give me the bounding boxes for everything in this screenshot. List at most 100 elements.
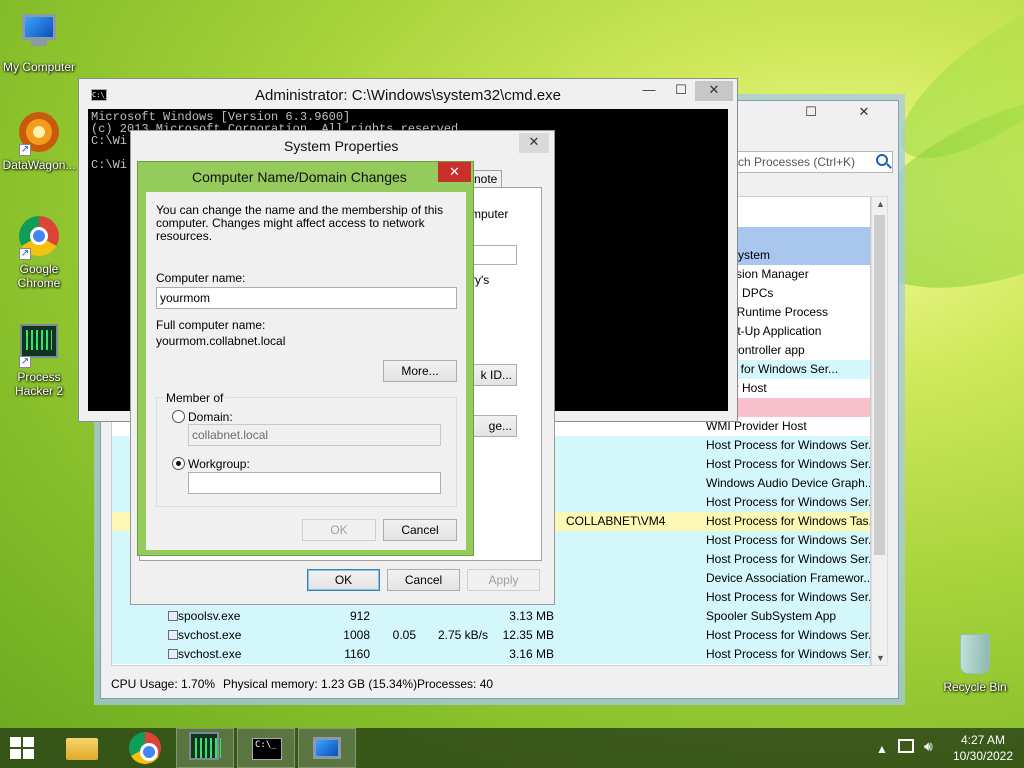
maximize-button[interactable]: ☐ xyxy=(791,103,831,123)
close-button[interactable]: ✕ xyxy=(695,81,733,101)
desktop-icon-google-chrome[interactable]: ↗ Google Chrome xyxy=(0,214,78,290)
cell-desc: Host Process for Windows Ser... xyxy=(706,533,871,547)
computer-name-dialog[interactable]: Computer Name/Domain Changes ✕ You can c… xyxy=(137,161,474,556)
computer-name-input[interactable]: yourmom xyxy=(156,287,457,309)
close-button[interactable]: ✕ xyxy=(839,103,889,123)
volume-icon[interactable]: 🔊︎ xyxy=(924,738,933,755)
cell-io: 2.75 kB/s xyxy=(437,628,488,642)
desktop-icon-my-computer[interactable]: My Computer xyxy=(0,10,78,74)
cell-desc: Spooler SubSystem App xyxy=(706,609,837,623)
search-input[interactable]: ch Processes (Ctrl+K) xyxy=(733,151,893,173)
close-icon: ✕ xyxy=(528,134,540,149)
ok-button[interactable]: OK xyxy=(302,519,376,541)
member-of-label: Member of xyxy=(164,391,226,405)
search-icon[interactable] xyxy=(876,154,888,166)
chrome-icon xyxy=(129,732,161,764)
cell-desc: Host Process for Windows Ser... xyxy=(706,438,871,452)
cmd-icon: C:\_ xyxy=(252,738,282,760)
taskbar-cmd[interactable]: C:\_ xyxy=(237,728,295,768)
datawagon-icon: ↗ xyxy=(17,112,61,156)
cell-desc: Host Process for Windows Ser... xyxy=(706,457,871,471)
dialog-title: Computer Name/Domain Changes xyxy=(192,169,407,185)
apply-button[interactable]: Apply xyxy=(467,569,540,591)
close-icon: ✕ xyxy=(708,82,720,97)
partial-text: mputer xyxy=(471,207,509,221)
computer-icon xyxy=(313,737,341,759)
chrome-icon: ↗ xyxy=(17,216,61,260)
maximize-button[interactable]: ☐ xyxy=(667,81,695,101)
start-button[interactable] xyxy=(0,728,48,768)
process-hacker-icon xyxy=(189,732,221,760)
full-name-label: Full computer name: xyxy=(156,318,266,332)
desktop-icon-datawagon[interactable]: ↗ DataWagon... xyxy=(0,110,78,172)
desktop-icon-label: DataWagon... xyxy=(2,158,76,172)
maximize-icon: ☐ xyxy=(675,82,687,97)
show-hidden-icons[interactable]: ▲ xyxy=(876,742,888,756)
ok-button[interactable]: OK xyxy=(307,569,380,591)
close-icon: ✕ xyxy=(449,164,460,179)
cell-desc: Host Process for Windows Ser... xyxy=(706,628,871,642)
cell-pid: 1160 xyxy=(344,647,370,661)
scrollbar-thumb[interactable] xyxy=(874,215,885,555)
cancel-button[interactable]: Cancel xyxy=(387,569,460,591)
process-icon xyxy=(168,611,178,621)
process-icon xyxy=(168,649,178,659)
recycle-bin-icon xyxy=(953,634,997,678)
desktop-icon-recycle-bin[interactable]: Recycle Bin xyxy=(936,632,1014,694)
more-button[interactable]: More... xyxy=(383,360,457,382)
cmd-icon: C:\_ xyxy=(91,89,109,101)
workgroup-input[interactable] xyxy=(188,472,441,494)
table-row[interactable]: spoolsv.exe 912 3.13 MB Spooler SubSystem A… xyxy=(112,607,870,626)
full-name-value: yourmom.collabnet.local xyxy=(156,334,286,348)
workgroup-radio[interactable] xyxy=(172,457,185,470)
desktop-icon-label: My Computer xyxy=(2,60,76,74)
workgroup-label: Workgroup: xyxy=(188,457,250,471)
cell-pid: 912 xyxy=(349,609,370,623)
cell-desc: Host Process for Windows Ser... xyxy=(706,647,871,661)
status-bar: CPU Usage: 1.70% Physical memory: 1.23 G… xyxy=(101,672,898,696)
window-title: System Properties xyxy=(284,138,399,154)
vertical-scrollbar[interactable]: ▲ ▼ xyxy=(871,196,888,666)
minimize-button[interactable]: — xyxy=(631,81,667,101)
desktop-icon-process-hacker[interactable]: ↗ Process Hacker 2 xyxy=(0,320,78,398)
network-icon[interactable] xyxy=(898,739,914,753)
taskbar-chrome[interactable] xyxy=(116,728,174,768)
dialog-body: You can change the name and the membersh… xyxy=(146,192,466,550)
table-row[interactable]: svchost.exe 1160 3.16 MB Host Process for W… xyxy=(112,645,871,664)
taskbar-process-hacker[interactable] xyxy=(176,728,234,768)
cell-name: svchost.exe xyxy=(178,628,242,642)
cell-mem: 3.13 MB xyxy=(509,609,554,623)
windows-logo-icon xyxy=(10,737,36,759)
domain-radio[interactable] xyxy=(172,410,185,423)
cell-desc: Host Process for Windows Ser... xyxy=(706,590,871,604)
cell-cpu: 0.05 xyxy=(392,628,416,642)
cell-name: svchost.exe xyxy=(178,647,242,661)
cell-mem: 12.35 MB xyxy=(502,628,554,642)
clock[interactable]: 4:27 AM 10/30/2022 xyxy=(948,733,1018,763)
close-button[interactable]: ✕ xyxy=(519,133,549,153)
cell-pid: 1008 xyxy=(343,628,370,642)
cpu-usage: CPU Usage: 1.70% xyxy=(111,677,216,691)
window-title: Administrator: C:\Windows\system32\cmd.e… xyxy=(255,87,561,104)
taskbar-system-properties[interactable] xyxy=(298,728,356,768)
close-button[interactable]: ✕ xyxy=(438,162,471,182)
taskbar-file-explorer[interactable] xyxy=(54,728,112,768)
cancel-button[interactable]: Cancel xyxy=(383,519,457,541)
computer-name-label: Computer name: xyxy=(156,271,246,285)
cell-desc: Windows Audio Device Graph... xyxy=(706,476,871,490)
scroll-up-icon[interactable]: ▲ xyxy=(876,199,885,209)
minimize-icon: — xyxy=(642,82,656,97)
desktop-icon-label: Google Chrome xyxy=(17,262,61,290)
tab-remote[interactable]: note xyxy=(469,170,503,188)
cell-desc: Device Association Framewor... xyxy=(706,571,871,585)
domain-label: Domain: xyxy=(188,410,233,424)
scroll-down-icon[interactable]: ▼ xyxy=(876,653,885,663)
domain-input[interactable]: collabnet.local xyxy=(188,424,441,446)
close-icon: ✕ xyxy=(858,104,870,119)
folder-icon xyxy=(66,738,98,760)
cell-mem: 3.16 MB xyxy=(509,647,554,661)
cell-name: spoolsv.exe xyxy=(178,609,241,623)
process-count: Processes: 40 xyxy=(417,677,494,691)
table-row[interactable]: svchost.exe 1008 0.05 2.75 kB/s 12.35 MB Host… xyxy=(112,626,871,645)
desktop-icon-label: Process Hacker 2 xyxy=(14,370,64,398)
